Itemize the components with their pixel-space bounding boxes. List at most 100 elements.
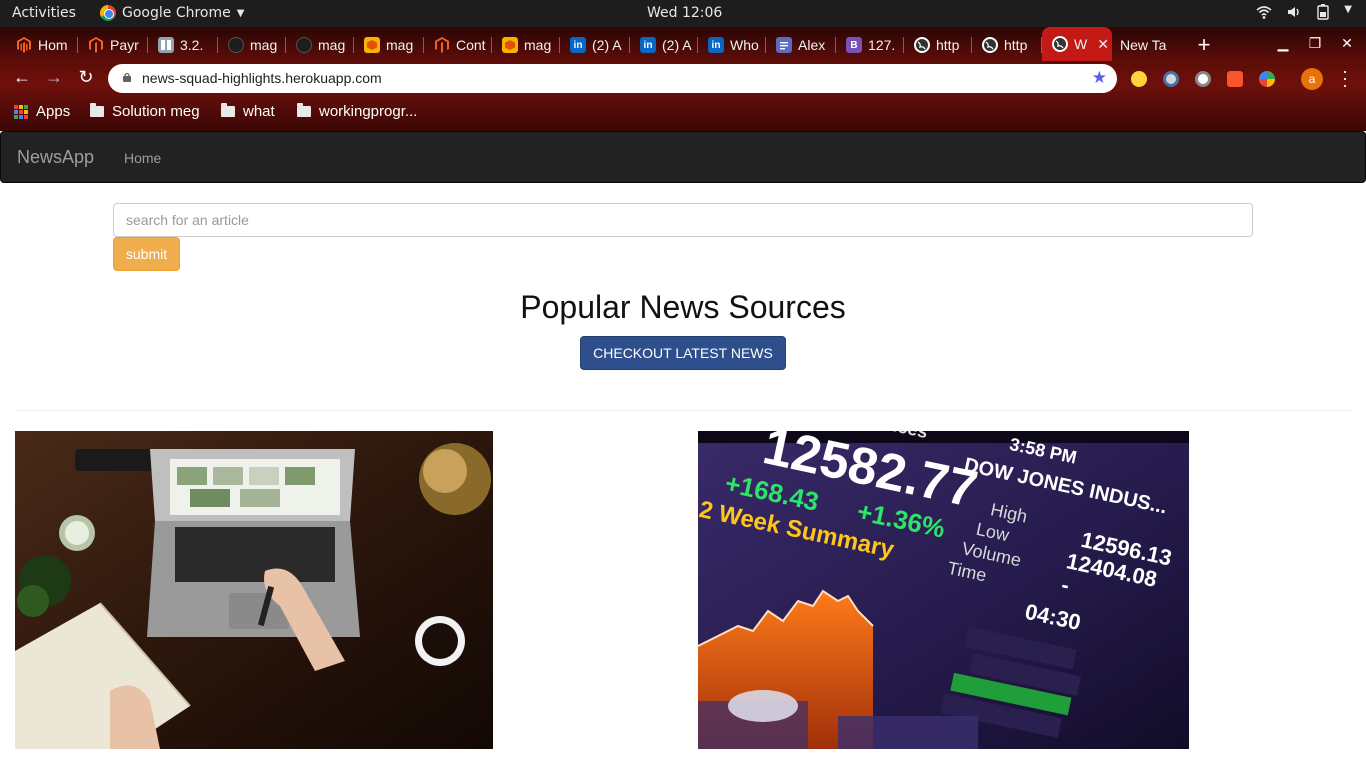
docs-icon — [776, 37, 792, 53]
tab[interactable]: mag — [492, 31, 560, 59]
tab[interactable]: http — [972, 31, 1042, 59]
tab-label: http — [1004, 37, 1028, 53]
tab[interactable]: Cont — [424, 31, 492, 59]
bookmark-folder[interactable]: Solution meg — [90, 103, 200, 120]
clock[interactable]: Wed 12:06 — [647, 5, 722, 21]
color-picker-extension-icon[interactable] — [1259, 71, 1275, 87]
tab-label: mag — [524, 37, 552, 53]
tab-label: 3.2. — [180, 37, 204, 53]
tab[interactable]: in Who — [698, 31, 766, 59]
volume-icon — [1288, 7, 1299, 17]
chevron-down-icon: ▼ — [236, 7, 245, 19]
address-bar[interactable]: news-squad-highlights.herokuapp.com ★ — [108, 64, 1117, 93]
system-tray[interactable]: ▼ — [1256, 4, 1352, 20]
github-icon — [296, 37, 312, 53]
bookmark-apps[interactable]: Apps — [14, 103, 70, 120]
article-search-input[interactable] — [113, 203, 1253, 237]
bootstrap-icon: B — [846, 37, 862, 53]
tab[interactable]: Payr — [78, 31, 148, 59]
activities-button[interactable]: Activities — [12, 5, 76, 21]
bookmark-folder[interactable]: what — [221, 103, 275, 120]
maximize-window-icon[interactable]: ❐ — [1306, 35, 1324, 52]
globe-icon — [914, 37, 930, 53]
github-icon — [228, 37, 244, 53]
reload-icon[interactable]: ↻ — [74, 67, 98, 88]
news-source-image-laptop[interactable] — [15, 431, 493, 749]
tab[interactable]: Hom — [6, 31, 78, 59]
tab-label: (2) A — [662, 37, 692, 53]
app-menu-label: Google Chrome — [122, 5, 231, 21]
tab-label: Payr — [110, 37, 139, 53]
forward-arrow-icon[interactable]: → — [42, 67, 66, 88]
tab-label: Hom — [38, 37, 68, 53]
folder-icon — [221, 103, 235, 117]
page-title: Popular News Sources — [520, 289, 846, 325]
profile-avatar[interactable]: a — [1301, 68, 1323, 90]
app-menu[interactable]: Google Chrome ▼ — [100, 5, 244, 21]
extension-icon[interactable] — [1163, 71, 1179, 87]
apps-grid-icon — [14, 104, 28, 119]
checkout-latest-news-button[interactable]: CHECKOUT LATEST NEWS — [580, 336, 786, 370]
document-icon — [158, 37, 174, 53]
submit-button[interactable]: submit — [113, 237, 180, 271]
tab[interactable]: New Ta — [1110, 31, 1182, 59]
tab-active[interactable]: W ✕ — [1042, 27, 1112, 61]
box-icon — [502, 37, 518, 53]
battery-icon — [1317, 4, 1329, 20]
folder-icon — [90, 103, 104, 117]
extension-icon[interactable] — [1195, 71, 1211, 87]
bookmark-label: what — [243, 103, 275, 120]
url-text: news-squad-highlights.herokuapp.com — [142, 70, 382, 86]
tab-label: W — [1074, 36, 1088, 52]
linkedin-icon: in — [640, 37, 656, 53]
bookmark-label: workingprogr... — [319, 103, 418, 120]
bookmark-folder[interactable]: workingprogr... — [297, 103, 417, 120]
brave-extension-icon[interactable] — [1227, 71, 1243, 87]
python-extension-icon[interactable] — [1131, 71, 1147, 87]
tab[interactable]: 3.2. — [148, 31, 218, 59]
minimize-window-icon[interactable]: ▁ — [1274, 35, 1292, 52]
power-menu-icon: ▼ — [1344, 4, 1352, 15]
globe-icon — [982, 37, 998, 53]
divider — [15, 410, 1351, 411]
bookmark-star-icon[interactable]: ★ — [1092, 68, 1107, 88]
browser-toolbar: ← → ↻ news-squad-highlights.herokuapp.co… — [0, 61, 1366, 97]
tab[interactable]: in (2) A — [560, 31, 630, 59]
wifi-icon — [1256, 6, 1272, 19]
tab[interactable]: http — [904, 31, 972, 59]
magento-icon — [88, 37, 104, 53]
tab[interactable]: mag — [218, 31, 286, 59]
site-navbar: NewsApp Home — [0, 131, 1366, 183]
magento-icon — [16, 37, 32, 53]
tab-label: mag — [318, 37, 346, 53]
tab-label: mag — [386, 37, 414, 53]
lock-icon — [123, 72, 131, 82]
close-window-icon[interactable]: ✕ — [1338, 35, 1356, 52]
tab-label: Alex — [798, 37, 826, 53]
tab[interactable]: in (2) A — [630, 31, 698, 59]
bookmark-label: Apps — [36, 103, 71, 120]
linkedin-icon: in — [708, 37, 724, 53]
tab-label: Who — [730, 37, 759, 53]
tab[interactable]: mag — [286, 31, 354, 59]
back-arrow-icon[interactable]: ← — [10, 67, 34, 88]
globe-icon — [1052, 36, 1068, 52]
browser-frame: Hom Payr 3.2. mag mag mag Cont mag in (2… — [0, 27, 1366, 131]
more-menu-icon[interactable]: · · · — [1340, 62, 1350, 94]
navbar-brand[interactable]: NewsApp — [17, 147, 94, 168]
tab-label: mag — [250, 37, 278, 53]
linkedin-icon: in — [570, 37, 586, 53]
system-top-bar: Activities Google Chrome ▼ Wed 12:06 ▼ — [0, 0, 1366, 27]
news-source-image-stocks[interactable]: y Indices 3:58 PM DOW JONES INDUS... 125… — [698, 431, 1189, 749]
nav-link-home[interactable]: Home — [124, 150, 161, 166]
tab-strip: Hom Payr 3.2. mag mag mag Cont mag in (2… — [0, 27, 1366, 61]
folder-icon — [297, 103, 311, 117]
new-tab-button[interactable]: + — [1192, 32, 1216, 58]
tab[interactable]: B 127. — [836, 31, 904, 59]
tab[interactable]: Alex — [766, 31, 836, 59]
chrome-icon — [100, 5, 116, 21]
tab[interactable]: mag — [354, 31, 424, 59]
close-tab-icon[interactable]: ✕ — [1097, 36, 1109, 53]
box-icon — [364, 37, 380, 53]
bookmark-label: Solution meg — [112, 103, 200, 120]
